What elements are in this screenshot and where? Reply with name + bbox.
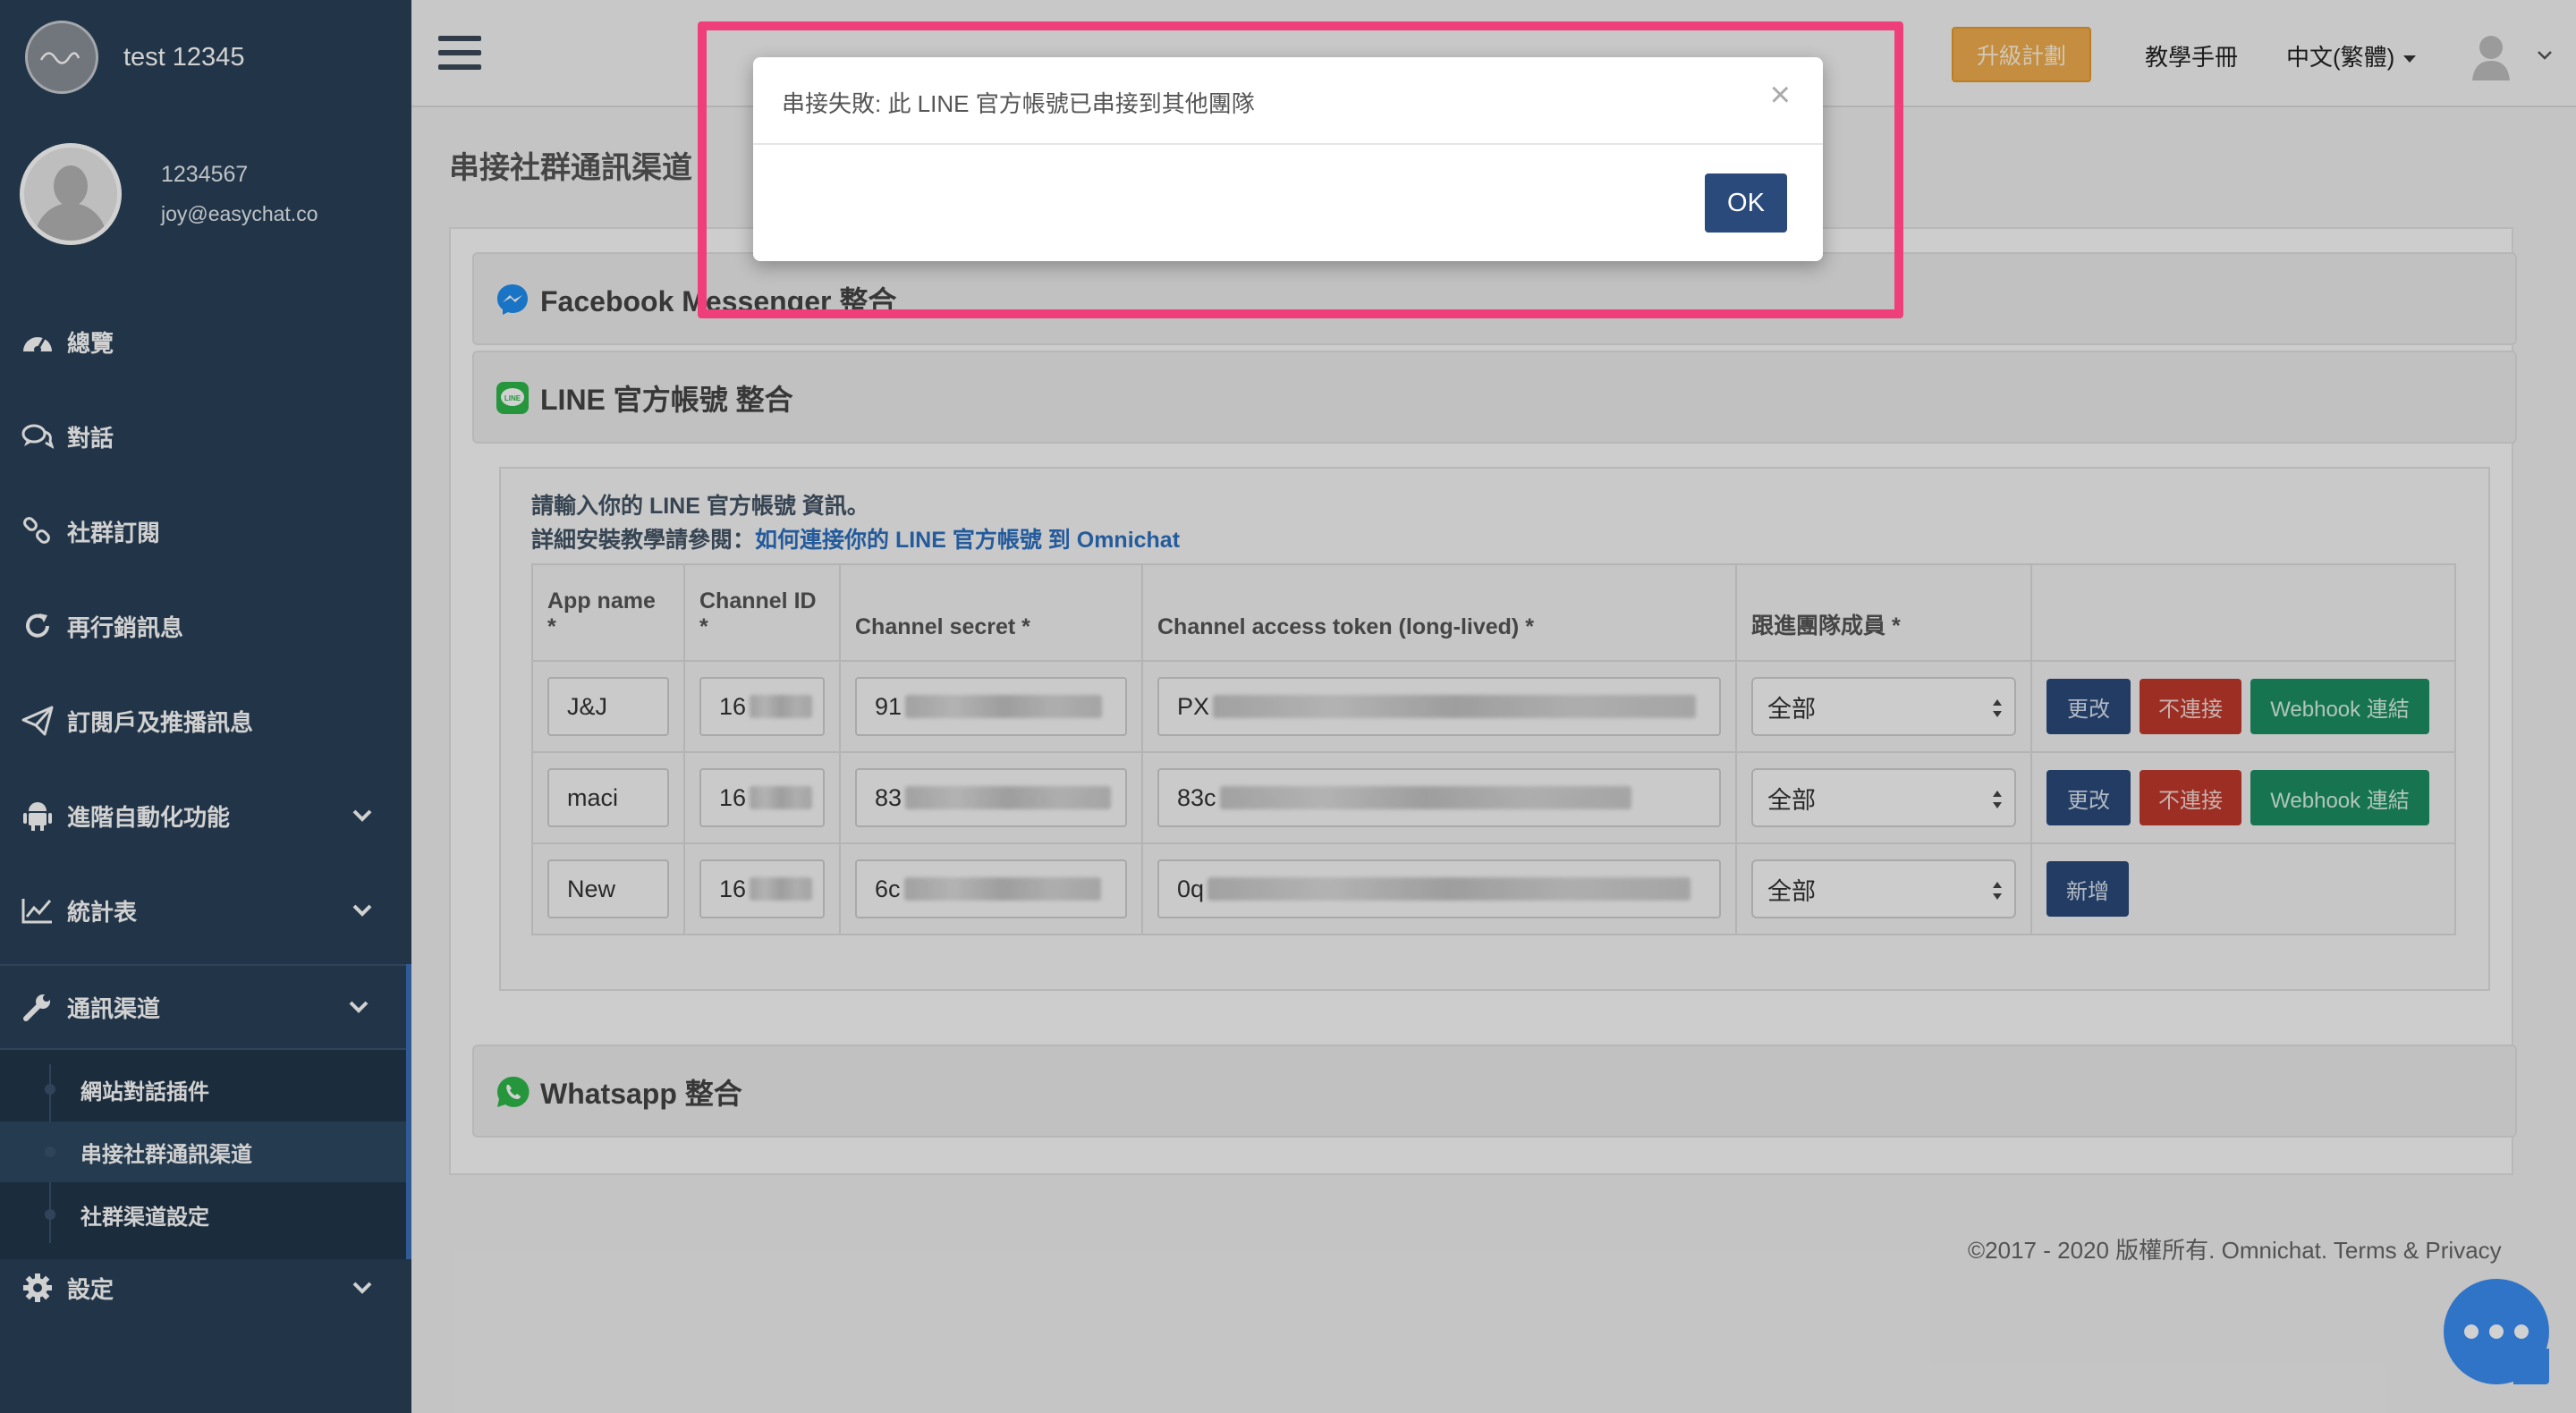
annotation-highlight-box xyxy=(698,21,1903,318)
